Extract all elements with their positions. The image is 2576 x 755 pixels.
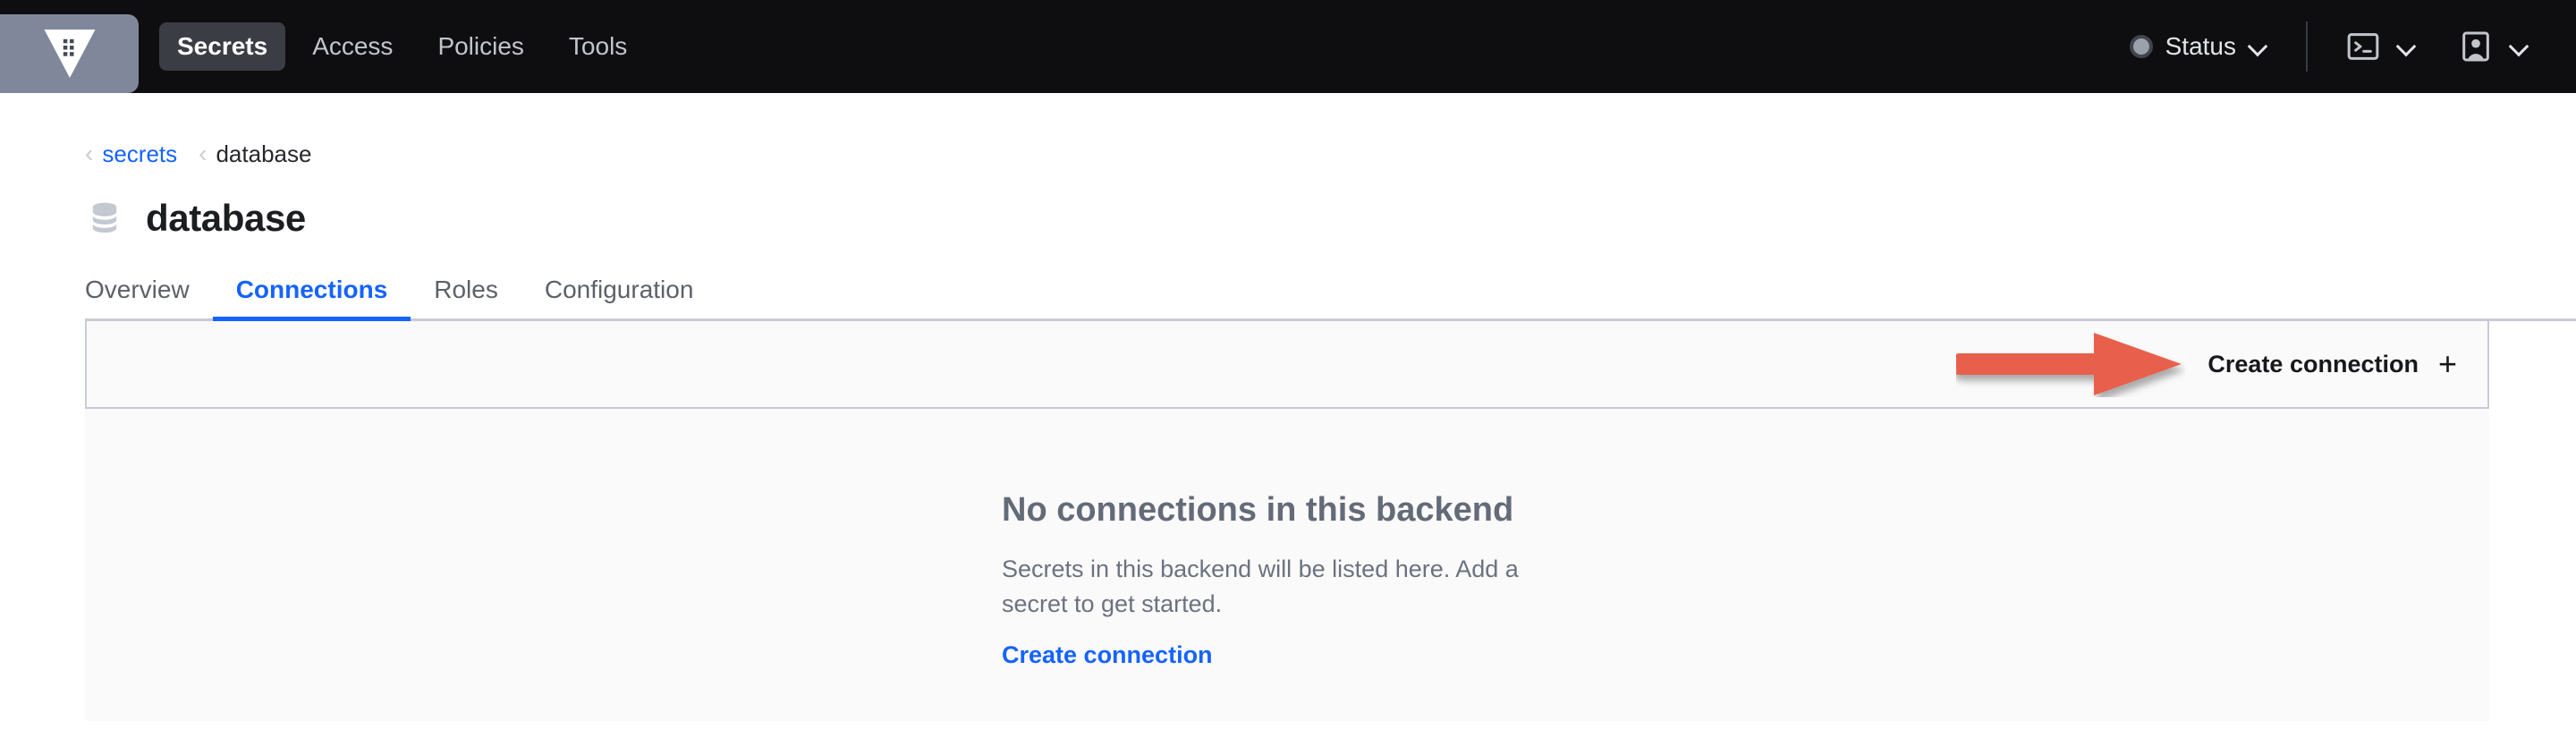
nav-divider [2306, 21, 2308, 72]
create-connection-button[interactable]: Create connection + [2207, 348, 2457, 380]
main-content: Create connection + No connections in th… [85, 321, 2576, 721]
connections-toolbar: Create connection + [85, 321, 2489, 409]
database-icon [85, 199, 124, 238]
nav-link-access[interactable]: Access [294, 22, 411, 71]
tab-roles[interactable]: Roles [411, 277, 521, 318]
breadcrumb-item-secrets[interactable]: secrets [102, 142, 177, 165]
nav-link-secrets-label: Secrets [177, 32, 268, 60]
secret-engine-tabs: Overview Connections Roles Configuration [85, 277, 2576, 321]
user-menu-button[interactable] [2454, 25, 2533, 68]
terminal-icon [2345, 29, 2381, 64]
empty-state-description: Secrets in this backend will be listed h… [1002, 555, 1519, 617]
breadcrumb-caret-icon: ‹ [85, 140, 94, 167]
nav-link-secrets[interactable]: Secrets [159, 22, 286, 71]
tab-connections[interactable]: Connections [212, 276, 411, 321]
console-toggle-button[interactable] [2342, 25, 2420, 68]
status-indicator-icon [2129, 35, 2153, 58]
plus-icon: + [2437, 345, 2457, 382]
tab-configuration[interactable]: Configuration [521, 277, 717, 318]
page-header: database [85, 199, 2576, 238]
empty-state-title: No connections in this backend [1002, 491, 1514, 529]
top-navigation-bar: Secrets Access Policies Tools Status [0, 0, 2576, 93]
chevron-down-icon [2397, 37, 2417, 56]
status-dropdown-button[interactable]: Status [2126, 29, 2272, 64]
nav-link-policies[interactable]: Policies [419, 22, 541, 71]
status-label: Status [2165, 32, 2236, 60]
primary-nav-links: Secrets Access Policies Tools [159, 22, 645, 71]
tab-configuration-label: Configuration [544, 276, 694, 303]
tab-overview[interactable]: Overview [85, 277, 213, 318]
annotation-arrow-icon [1949, 331, 2185, 397]
chevron-down-icon [2249, 37, 2268, 56]
page-title: database [146, 197, 306, 239]
tab-overview-label: Overview [85, 276, 190, 303]
create-connection-label: Create connection [2207, 350, 2419, 378]
breadcrumb-item-database: database [216, 140, 312, 167]
user-icon [2458, 29, 2494, 64]
nav-link-policies-label: Policies [437, 32, 524, 60]
nav-link-access-label: Access [312, 32, 394, 60]
page-container: ‹ secrets ‹ database database Overview C… [0, 93, 2576, 721]
vault-logo-icon [38, 21, 102, 86]
breadcrumb-caret-icon: ‹ [199, 140, 208, 167]
nav-link-tools-label: Tools [568, 32, 628, 60]
tab-connections-label: Connections [235, 276, 388, 303]
tab-roles-label: Roles [434, 276, 498, 303]
empty-state: No connections in this backend Secrets i… [85, 409, 2489, 721]
empty-state-create-connection-link[interactable]: Create connection [1002, 642, 1213, 667]
breadcrumb: ‹ secrets ‹ database [85, 93, 2576, 166]
nav-right-cluster: Status [2126, 21, 2533, 72]
nav-link-tools[interactable]: Tools [551, 22, 645, 71]
vault-logo-button[interactable] [0, 14, 139, 93]
chevron-down-icon [2510, 37, 2529, 56]
